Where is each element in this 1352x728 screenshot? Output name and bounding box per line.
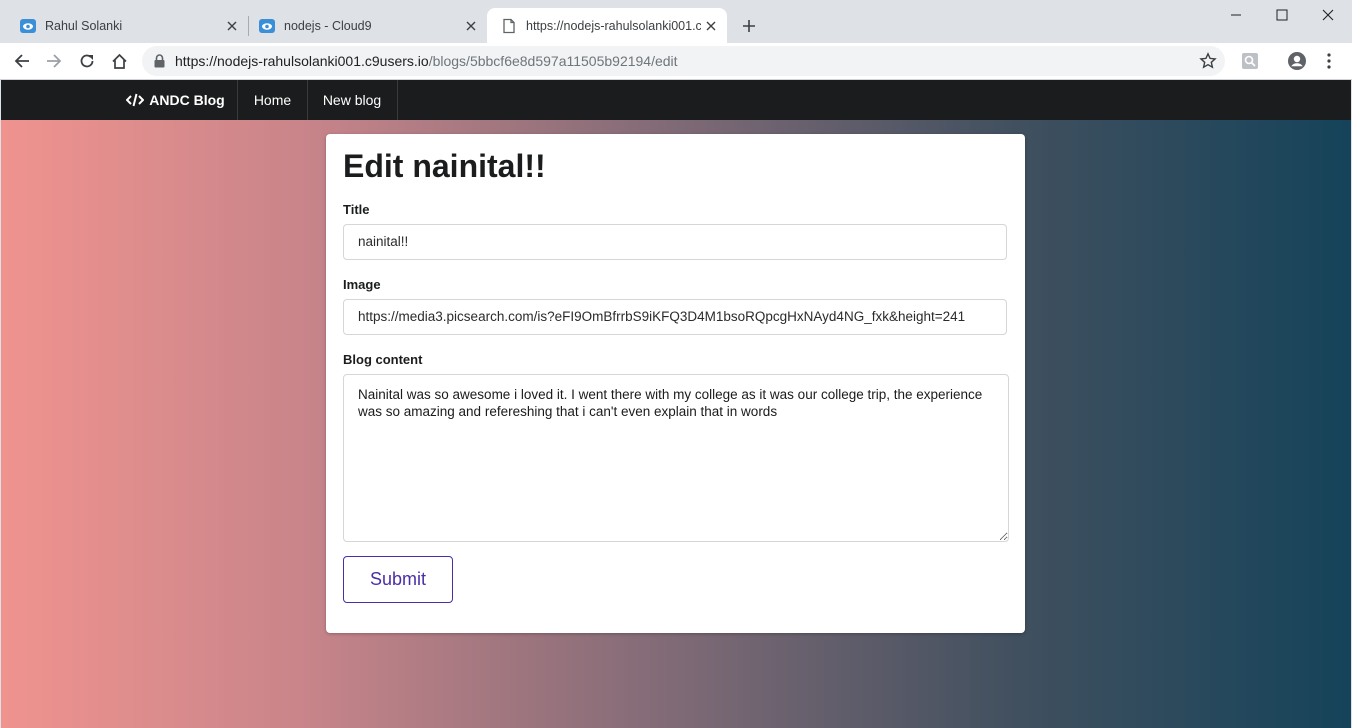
lock-icon — [154, 54, 168, 68]
blog-content-label: Blog content — [343, 352, 423, 367]
url-path: /blogs/5bbcf6e8d597a11505b92194/edit — [428, 53, 678, 69]
site-navbar: ANDC Blog Home New blog — [1, 80, 1351, 120]
back-icon[interactable] — [10, 49, 34, 73]
page-viewport: ANDC Blog Home New blog Edit nainital!! … — [1, 80, 1351, 728]
cloud9-icon — [20, 18, 36, 34]
image-label: Image — [343, 277, 381, 292]
browser-toolbar: https://nodejs-rahulsolanki001.c9users.i… — [0, 43, 1352, 80]
star-icon[interactable] — [1199, 52, 1217, 70]
cloud9-icon — [259, 18, 275, 34]
title-field[interactable]: nainital!! — [343, 224, 1007, 260]
url-text: https://nodejs-rahulsolanki001.c9users.i… — [175, 53, 678, 69]
title-label: Title — [343, 202, 370, 217]
maximize-button[interactable] — [1259, 0, 1305, 30]
page-icon — [501, 18, 517, 34]
account-icon[interactable] — [1285, 49, 1309, 73]
edit-form-card: Edit nainital!! Title nainital!! Image h… — [326, 134, 1025, 633]
submit-button[interactable]: Submit — [343, 556, 453, 603]
home-icon[interactable] — [107, 49, 131, 73]
brand-link[interactable]: ANDC Blog — [114, 80, 238, 120]
tab-title: nodejs - Cloud9 — [284, 18, 372, 33]
new-tab-button[interactable] — [739, 16, 759, 36]
reload-icon[interactable] — [75, 49, 99, 73]
tab-title: https://nodejs-rahulsolanki001.c9users.i… — [526, 18, 701, 33]
search-extension-icon[interactable] — [1238, 49, 1262, 73]
nav-home[interactable]: Home — [238, 80, 308, 120]
tab-active-edit-page[interactable]: https://nodejs-rahulsolanki001.c9users.i… — [487, 8, 727, 43]
close-icon[interactable] — [461, 16, 481, 36]
brand-label: ANDC Blog — [149, 92, 225, 108]
tab-title: Rahul Solanki — [45, 18, 123, 33]
menu-icon[interactable] — [1317, 49, 1341, 73]
tab-rahul-solanki[interactable]: Rahul Solanki — [0, 8, 248, 43]
close-window-button[interactable] — [1305, 0, 1351, 30]
code-icon — [126, 93, 145, 107]
tab-strip: Rahul Solanki nodejs - Cloud9 https://no… — [0, 0, 1352, 43]
tab-nodejs-cloud9[interactable]: nodejs - Cloud9 — [239, 8, 487, 43]
blog-content-textarea[interactable]: Nainital was so awesome i loved it. I we… — [343, 374, 1009, 542]
forward-icon[interactable] — [42, 49, 66, 73]
close-icon[interactable] — [701, 16, 721, 36]
nav-new-blog[interactable]: New blog — [307, 80, 398, 120]
address-bar[interactable]: https://nodejs-rahulsolanki001.c9users.i… — [142, 46, 1225, 76]
page-title: Edit nainital!! — [343, 148, 546, 184]
image-url-field[interactable]: https://media3.picsearch.com/is?eFI9OmBf… — [343, 299, 1007, 335]
minimize-button[interactable] — [1213, 0, 1259, 30]
url-host: https://nodejs-rahulsolanki001.c9users.i… — [175, 53, 429, 69]
